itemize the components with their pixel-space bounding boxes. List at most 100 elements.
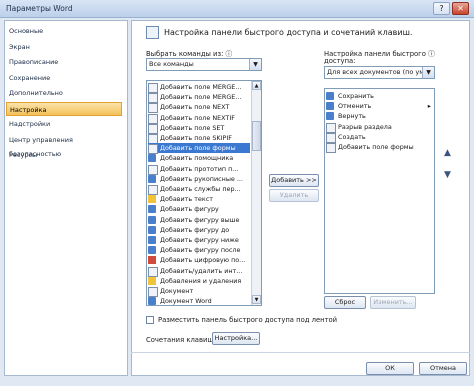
chevron-down-icon[interactable]: ▼	[249, 59, 261, 70]
commands-scrollbar[interactable]: ▲ ▼	[251, 81, 261, 305]
command-icon	[148, 225, 156, 234]
sidebar-item[interactable]: Правописание	[6, 55, 122, 69]
sidebar-item[interactable]: Надстройки	[6, 117, 122, 131]
submenu-arrow-icon: ▸	[427, 102, 431, 111]
quick-access-item[interactable]: Вернуть	[326, 111, 433, 121]
command-label: Добавить прототип п...	[160, 164, 239, 173]
command-label: Добавить поле SET	[160, 123, 225, 132]
command-icon	[148, 195, 156, 204]
command-list-item[interactable]: Добавить поле SKIPIF	[148, 133, 250, 144]
quick-access-item[interactable]: Создать	[326, 132, 433, 143]
command-label: Документ Word	[160, 297, 212, 306]
command-list-item[interactable]: Добавить поле SET	[148, 123, 250, 134]
command-list-item[interactable]: Добавить фигуру ниже	[148, 235, 250, 245]
info-icon: ⓘ	[428, 50, 435, 58]
scroll-down-icon[interactable]: ▼	[252, 295, 261, 304]
move-up-icon[interactable]: ▲	[444, 148, 451, 158]
command-label: Добавить поле MERGE...	[160, 93, 242, 102]
command-list-item[interactable]: Добавить текст	[148, 194, 250, 204]
quick-access-item[interactable]: Разрыв раздела	[326, 122, 433, 133]
command-label: Добавления и удаления	[160, 276, 242, 285]
choose-commands-label: Выбрать команды из: ⓘ	[146, 50, 233, 58]
quick-access-label: Вернуть	[338, 112, 366, 121]
reset-button[interactable]: Сброс	[324, 296, 366, 309]
command-list-item[interactable]: Добавить помощника	[148, 153, 250, 163]
quick-access-label: Сохранить	[338, 92, 374, 100]
command-label: Добавить помощника	[160, 154, 234, 163]
customize-toolbar-label-2: доступа:	[324, 57, 356, 65]
sidebar-item[interactable]: Центр управления безопасностью	[6, 133, 122, 158]
command-list-item[interactable]: Добавления и удаления	[148, 276, 250, 286]
below-ribbon-label: Разместить панель быстрого доступа под л…	[158, 316, 338, 324]
quick-access-item[interactable]: Отменить ▸	[326, 101, 433, 111]
command-icon	[148, 154, 156, 163]
quick-access-label: Создать	[338, 132, 366, 141]
modify-button[interactable]: Изменить...	[370, 296, 416, 309]
command-icon	[326, 143, 336, 153]
document-scope-select[interactable]: Для всех документов (по умолч... ▼	[324, 66, 435, 79]
command-label: Добавить поле MERGE...	[160, 83, 242, 91]
shortcuts-customize-button[interactable]: Настройка...	[212, 332, 260, 345]
command-list-item[interactable]: Добавить поле MERGE...	[148, 82, 250, 93]
command-list-item[interactable]: Добавить фигуру до	[148, 225, 250, 235]
move-down-icon[interactable]: ▼	[444, 170, 451, 180]
command-list-item[interactable]: Документ	[148, 286, 250, 297]
command-list-item[interactable]: Добавить/удалить инт...	[148, 266, 250, 277]
quick-access-item[interactable]: Добавить поле формы	[326, 142, 433, 153]
sidebar-item[interactable]: Экран	[6, 40, 122, 54]
remove-button[interactable]: Удалить	[269, 189, 319, 202]
footer-divider	[131, 352, 470, 353]
command-list-item[interactable]: Добавить службы пер...	[148, 184, 250, 195]
sidebar-item[interactable]: Настройка	[6, 101, 122, 116]
command-icon	[148, 236, 156, 244]
command-list-item[interactable]: Добавить прототип п...	[148, 164, 250, 175]
close-icon[interactable]: ✕	[452, 2, 469, 15]
quick-access-label: Добавить поле формы	[338, 143, 414, 151]
chevron-down-icon[interactable]: ▼	[422, 67, 434, 78]
help-icon[interactable]: ?	[433, 2, 450, 15]
command-list-item[interactable]: Добавить фигуру	[148, 204, 250, 214]
add-button[interactable]: Добавить >>	[269, 174, 319, 187]
command-label: Добавить службы пер...	[160, 185, 241, 193]
command-icon	[148, 276, 156, 285]
command-list-item[interactable]: Добавить цифровую по...	[148, 255, 250, 265]
window-title: Параметры Word	[6, 4, 73, 13]
sidebar-item[interactable]: Дополнительно	[6, 86, 122, 100]
shortcuts-label: Сочетания клавиш:	[146, 336, 216, 344]
command-icon	[326, 102, 334, 111]
scroll-thumb[interactable]	[252, 121, 261, 151]
sidebar-item[interactable]: Основные	[6, 24, 122, 38]
info-icon: ⓘ	[225, 50, 233, 58]
command-label: Документ	[160, 287, 194, 295]
title-bar: Параметры Word ? ✕	[0, 0, 474, 18]
sidebar-item[interactable]: Сохранение	[6, 71, 122, 85]
ok-button[interactable]: ОК	[366, 362, 414, 375]
command-list-item[interactable]: Документ Word	[148, 296, 250, 306]
command-label: Добавить поле формы	[160, 144, 236, 153]
command-icon	[148, 174, 156, 183]
command-icon	[148, 297, 156, 306]
command-label: Добавить/удалить инт...	[160, 266, 243, 275]
toolbar-customize-icon	[146, 26, 159, 39]
command-label: Добавить поле NEXTIF	[160, 113, 235, 122]
below-ribbon-checkbox[interactable]	[146, 316, 154, 324]
cancel-button[interactable]: Отмена	[419, 362, 467, 375]
command-list-item[interactable]: Добавить фигуру после	[148, 245, 250, 255]
command-icon	[326, 92, 334, 100]
command-list-item[interactable]: Добавить поле NEXT	[148, 102, 250, 114]
command-label: Добавить фигуру ниже	[160, 236, 239, 244]
command-icon	[326, 112, 334, 121]
command-icon	[148, 215, 156, 224]
choose-commands-select[interactable]: Все команды ▼	[146, 58, 262, 71]
sidebar-item[interactable]: Ресурсы	[6, 148, 122, 162]
command-list-item[interactable]: Добавить фигуру выше	[148, 215, 250, 225]
command-label: Добавить поле NEXT	[160, 103, 230, 112]
quick-access-item[interactable]: Сохранить	[326, 91, 433, 101]
command-list-item[interactable]: Добавить поле MERGE...	[148, 92, 250, 104]
command-icon	[148, 256, 156, 265]
command-list-item[interactable]: Добавить рукописные ...	[148, 174, 250, 184]
command-label: Добавить поле SKIPIF	[160, 134, 232, 142]
command-list-item[interactable]: Добавить поле NEXTIF	[148, 113, 250, 124]
command-list-item[interactable]: Добавить поле формы	[148, 143, 250, 155]
scroll-up-icon[interactable]: ▲	[252, 81, 261, 90]
